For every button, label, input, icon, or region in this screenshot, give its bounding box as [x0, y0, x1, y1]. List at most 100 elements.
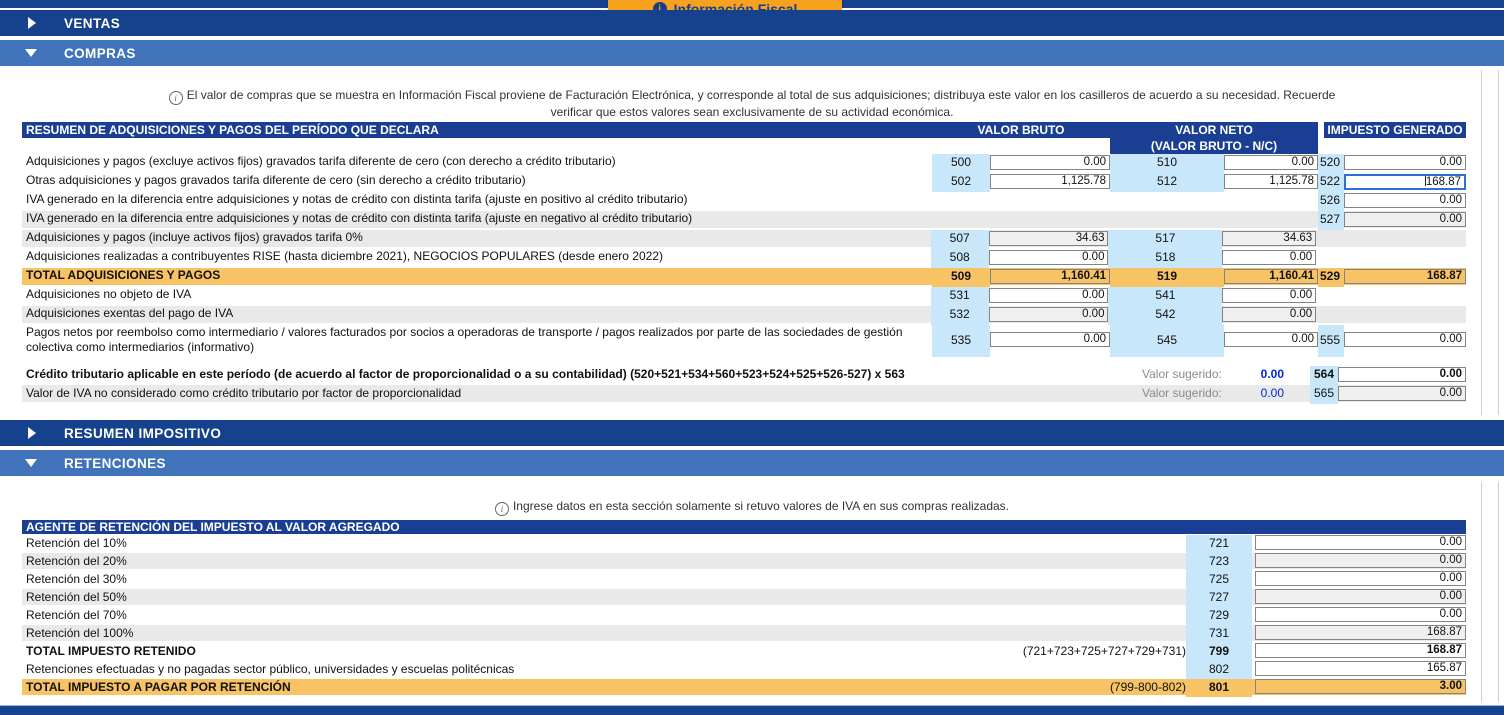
field-input-cell: 0.00	[1255, 607, 1466, 622]
field-input-cell: 0.00	[990, 154, 1110, 170]
field-code-512: 512	[1110, 173, 1224, 192]
table-row: Otras adquisiciones y pagos gravados tar…	[22, 173, 1466, 190]
row-label: Adquisiciones y pagos (excluye activos f…	[22, 154, 932, 169]
section-header-retenciones[interactable]: RETENCIONES	[0, 450, 1504, 476]
field-input-801[interactable]: 3.00	[1255, 679, 1466, 694]
field-input-cell: 168.87	[1344, 268, 1466, 284]
field-input-cell: 168.87	[1255, 643, 1466, 658]
chevron-down-icon	[25, 49, 37, 57]
column-header-valor-bruto: VALOR BRUTO	[932, 122, 1110, 138]
field-input-527: 0.00	[1344, 212, 1466, 227]
field-code-729: 729	[1186, 607, 1252, 625]
field-input-cell: 0.00	[1222, 249, 1316, 265]
field-input-729[interactable]: 0.00	[1255, 607, 1466, 622]
field-input-cell: 3.00	[1255, 679, 1466, 694]
field-input-529[interactable]: 168.87	[1344, 269, 1466, 284]
compras-rows: Adquisiciones y pagos (excluye activos f…	[22, 154, 1466, 355]
row-formula: (799-800-802)	[1006, 679, 1186, 695]
info-icon: i	[169, 91, 183, 105]
field-code-802: 802	[1186, 661, 1252, 679]
field-input-545[interactable]: 0.00	[1224, 332, 1318, 347]
field-input-517: 34.63	[1222, 231, 1316, 246]
table-row: Retención del 50%7270.00	[22, 589, 1466, 605]
field-input-518[interactable]: 0.00	[1222, 250, 1316, 265]
table-row: IVA generado en la diferencia entre adqu…	[22, 211, 1466, 228]
section-label-ventas: VENTAS	[64, 16, 120, 31]
empty-cell	[1344, 287, 1466, 304]
scrollbar-track[interactable]	[1481, 482, 1499, 702]
field-input-cell: 0.00	[1255, 553, 1466, 568]
field-code-542: 542	[1108, 306, 1222, 325]
table-row: Crédito tributario aplicable en este per…	[22, 366, 1466, 383]
row-label: Adquisiciones exentas del pago de IVA	[22, 306, 931, 321]
field-input-531[interactable]: 0.00	[989, 288, 1109, 303]
empty-cell	[1316, 249, 1344, 266]
table-row: Retención del 10%7210.00	[22, 535, 1466, 551]
table-row: Retención del 100%731168.87	[22, 625, 1466, 641]
field-input-565: 0.00	[1338, 386, 1466, 401]
field-input-500[interactable]: 0.00	[990, 155, 1110, 170]
section-label-resumen: RESUMEN IMPOSITIVO	[64, 426, 221, 441]
field-input-802[interactable]: 165.87	[1255, 661, 1466, 676]
field-code-535: 535	[932, 325, 990, 357]
row-label: IVA generado en la diferencia entre adqu…	[22, 211, 932, 226]
info-icon: i	[495, 502, 509, 516]
chevron-right-icon	[28, 427, 36, 439]
field-input-555[interactable]: 0.00	[1344, 332, 1466, 347]
field-input-520[interactable]: 0.00	[1344, 155, 1466, 170]
field-input-721[interactable]: 0.00	[1255, 535, 1466, 550]
field-input-526[interactable]: 0.00	[1344, 193, 1466, 208]
field-input-510[interactable]: 0.00	[1224, 155, 1318, 170]
section-header-resumen-impositivo[interactable]: RESUMEN IMPOSITIVO	[0, 420, 1504, 446]
field-input-509[interactable]: 1,160.41	[990, 269, 1110, 284]
field-code-727: 727	[1186, 589, 1252, 607]
field-code-555: 555	[1318, 325, 1344, 357]
column-header-valor-neto: VALOR NETO (VALOR BRUTO - N/C)	[1110, 122, 1318, 154]
row-label: Retención del 100%	[22, 625, 1006, 641]
scrollbar-track[interactable]	[1481, 70, 1499, 415]
field-code-721: 721	[1186, 535, 1252, 553]
empty-cell	[1344, 249, 1466, 266]
field-input-502[interactable]: 1,125.78	[990, 174, 1110, 189]
empty-cell	[1316, 287, 1344, 304]
field-input-541[interactable]: 0.00	[1222, 288, 1316, 303]
field-code-522: 522	[1318, 173, 1344, 192]
row-label: TOTAL ADQUISICIONES Y PAGOS	[22, 268, 932, 283]
field-input-727: 0.00	[1255, 589, 1466, 604]
table-row: Retención del 30%7250.00	[22, 571, 1466, 587]
row-label: IVA generado en la diferencia entre adqu…	[22, 192, 932, 207]
field-input-522[interactable]: 168.87	[1344, 174, 1466, 190]
field-input-cell: 34.63	[1222, 230, 1316, 246]
credito-rows: Crédito tributario aplicable en este per…	[22, 366, 1466, 402]
field-input-535[interactable]: 0.00	[990, 332, 1110, 347]
field-input-cell: 168.87	[1344, 173, 1466, 190]
row-label: TOTAL IMPUESTO A PAGAR POR RETENCIÓN	[22, 679, 1006, 695]
table-row: Valor de IVA no considerado como crédito…	[22, 385, 1466, 402]
field-input-cell: 0.00	[990, 325, 1110, 347]
field-code-517: 517	[1108, 230, 1222, 249]
field-code-507: 507	[931, 230, 989, 249]
retenciones-table-title: AGENTE DE RETENCIÓN DEL IMPUESTO AL VALO…	[22, 520, 1466, 534]
field-input-cell: 165.87	[1255, 661, 1466, 676]
row-label: Valor de IVA no considerado como crédito…	[22, 385, 1142, 401]
field-input-cell: 1,160.41	[990, 268, 1110, 284]
field-input-725[interactable]: 0.00	[1255, 571, 1466, 586]
field-input-731: 168.87	[1255, 625, 1466, 640]
field-code-508: 508	[931, 249, 989, 268]
table-row: Retenciones efectuadas y no pagadas sect…	[22, 661, 1466, 677]
field-code-723: 723	[1186, 553, 1252, 571]
section-header-ventas[interactable]: VENTAS	[0, 10, 1504, 36]
field-input-508[interactable]: 0.00	[989, 250, 1109, 265]
retenciones-rows: Retención del 10%7210.00Retención del 20…	[22, 535, 1466, 695]
field-input-564[interactable]: 0.00	[1338, 367, 1466, 382]
field-input-519[interactable]: 1,160.41	[1224, 269, 1318, 284]
field-input-723: 0.00	[1255, 553, 1466, 568]
field-input-512[interactable]: 1,125.78	[1224, 174, 1318, 189]
field-input-cell: 0.00	[1222, 287, 1316, 303]
field-input-799[interactable]: 168.87	[1255, 643, 1466, 658]
table-title: RESUMEN DE ADQUISICIONES Y PAGOS DEL PER…	[22, 122, 932, 138]
next-section-bar[interactable]	[0, 705, 1504, 715]
field-code-531: 531	[931, 287, 989, 306]
section-header-compras[interactable]: COMPRAS	[0, 40, 1504, 66]
field-code-541: 541	[1108, 287, 1222, 306]
